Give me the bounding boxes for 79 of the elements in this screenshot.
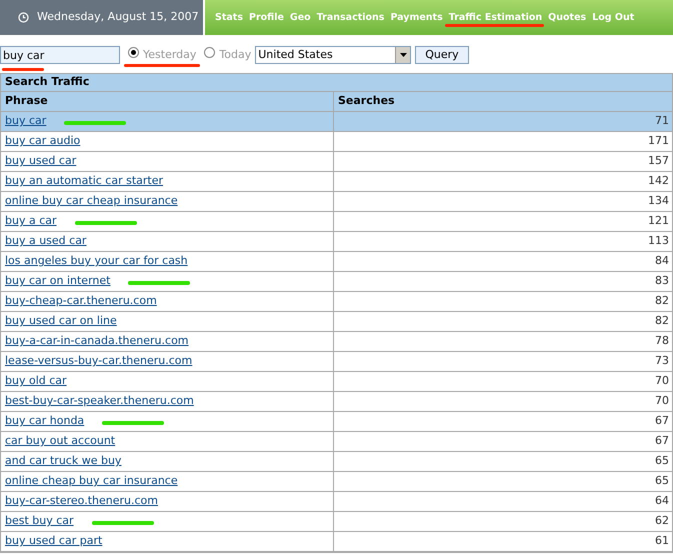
radio-button[interactable] [204, 46, 216, 58]
table-row[interactable]: buy a car 121 [1, 212, 672, 232]
query-button[interactable]: Query [415, 46, 469, 64]
date-text: Wednesday, August 15, 2007 [37, 9, 199, 26]
phrase-link[interactable]: buy-car-stereo.theneru.com [5, 493, 158, 510]
phrase-link[interactable]: online cheap buy car insurance [5, 473, 178, 490]
table-row[interactable]: buy-cheap-car.theneru.com 82 [1, 292, 672, 312]
table-row[interactable]: best buy car 62 [1, 512, 672, 532]
country-dropdown[interactable]: United States [255, 46, 412, 64]
table-row[interactable]: buy a used car 113 [1, 232, 672, 252]
radio-label: Today [219, 46, 252, 63]
phrase-link[interactable]: buy used car [5, 153, 76, 170]
phrase-link[interactable]: buy a used car [5, 233, 86, 250]
phrase-link[interactable]: and car truck we buy [5, 453, 122, 470]
phrase-link[interactable]: buy used car on line [5, 313, 117, 330]
phrase-link[interactable]: car buy out account [5, 433, 116, 450]
phrase-link[interactable]: buy a car [5, 213, 57, 230]
search-count: 134 [648, 193, 669, 210]
radio-label: Yesterday [143, 46, 196, 63]
search-count: 82 [655, 293, 669, 310]
search-count: 78 [655, 333, 669, 350]
table-row[interactable]: car buy out account 67 [1, 432, 672, 452]
search-count: 70 [655, 393, 669, 410]
phrase-link[interactable]: los angeles buy your car for cash [5, 253, 188, 270]
search-count: 71 [655, 113, 669, 130]
search-field[interactable]: buy car [0, 46, 120, 64]
table-row[interactable]: los angeles buy your car for cash 84 [1, 252, 672, 272]
table-row[interactable]: buy car on internet 83 [1, 272, 672, 292]
phrase-link[interactable]: online buy car cheap insurance [5, 193, 178, 210]
search-count: 65 [655, 453, 669, 470]
phrase-link[interactable]: buy used car part [5, 533, 102, 550]
table-row[interactable]: best-buy-car-speaker.theneru.com 70 [1, 392, 672, 412]
search-count: 142 [648, 173, 669, 190]
search-count: 61 [655, 533, 669, 550]
search-count: 121 [648, 213, 669, 230]
search-count: 67 [655, 433, 669, 450]
search-count: 65 [655, 473, 669, 490]
phrase-link[interactable]: best-buy-car-speaker.theneru.com [5, 393, 194, 410]
table-row[interactable]: buy-car-stereo.theneru.com 64 [1, 492, 672, 512]
table-row[interactable]: online buy car cheap insurance 134 [1, 192, 672, 212]
search-count: 70 [655, 373, 669, 390]
dropdown-arrow-icon [400, 53, 407, 57]
table-row[interactable]: and car truck we buy 65 [1, 452, 672, 472]
phrase-link[interactable]: buy car audio [5, 133, 80, 150]
column-header: Phrase [1, 92, 334, 111]
table-row[interactable]: buy car 71 [1, 112, 672, 132]
table-row[interactable]: buy used car on line 82 [1, 312, 672, 332]
table-row[interactable]: buy car honda 67 [1, 412, 672, 432]
phrase-link[interactable]: buy an automatic car starter [5, 173, 164, 190]
radio-button[interactable] [128, 46, 139, 58]
search-count: 82 [655, 313, 669, 330]
search-count: 83 [655, 273, 669, 290]
search-count: 113 [648, 233, 669, 250]
table-row[interactable]: buy old car 70 [1, 372, 672, 392]
search-count: 67 [655, 413, 669, 430]
phrase-link[interactable]: buy car [5, 113, 46, 130]
table-row[interactable]: buy used car 157 [1, 152, 672, 172]
table-title: Search Traffic [1, 74, 672, 92]
search-count: 73 [655, 353, 669, 370]
clock-icon [18, 12, 29, 23]
phrase-link[interactable]: buy car on internet [5, 273, 110, 290]
search-count: 64 [655, 493, 669, 510]
phrase-link[interactable]: buy-cheap-car.theneru.com [5, 293, 157, 310]
table-row[interactable]: lease-versus-buy-car.theneru.com 73 [1, 352, 672, 372]
phrase-link[interactable]: best buy car [5, 513, 74, 530]
phrase-link[interactable]: buy old car [5, 373, 67, 390]
search-count: 171 [648, 133, 669, 150]
table-row[interactable]: online cheap buy car insurance 65 [1, 472, 672, 492]
phrase-link[interactable]: buy-a-car-in-canada.theneru.com [5, 333, 189, 350]
column-header: Searches [337, 93, 396, 110]
phrase-link[interactable]: lease-versus-buy-car.theneru.com [5, 353, 192, 370]
table-row[interactable]: buy-a-car-in-canada.theneru.com 78 [1, 332, 672, 352]
search-count: 62 [655, 513, 669, 530]
table-row[interactable]: buy an automatic car starter 142 [1, 172, 672, 192]
table-row[interactable]: buy car audio 171 [1, 132, 672, 152]
phrase-link[interactable]: buy car honda [5, 413, 84, 430]
search-count: 157 [648, 153, 669, 170]
table-row[interactable]: buy used car part 61 [1, 532, 672, 552]
search-count: 84 [655, 253, 669, 270]
